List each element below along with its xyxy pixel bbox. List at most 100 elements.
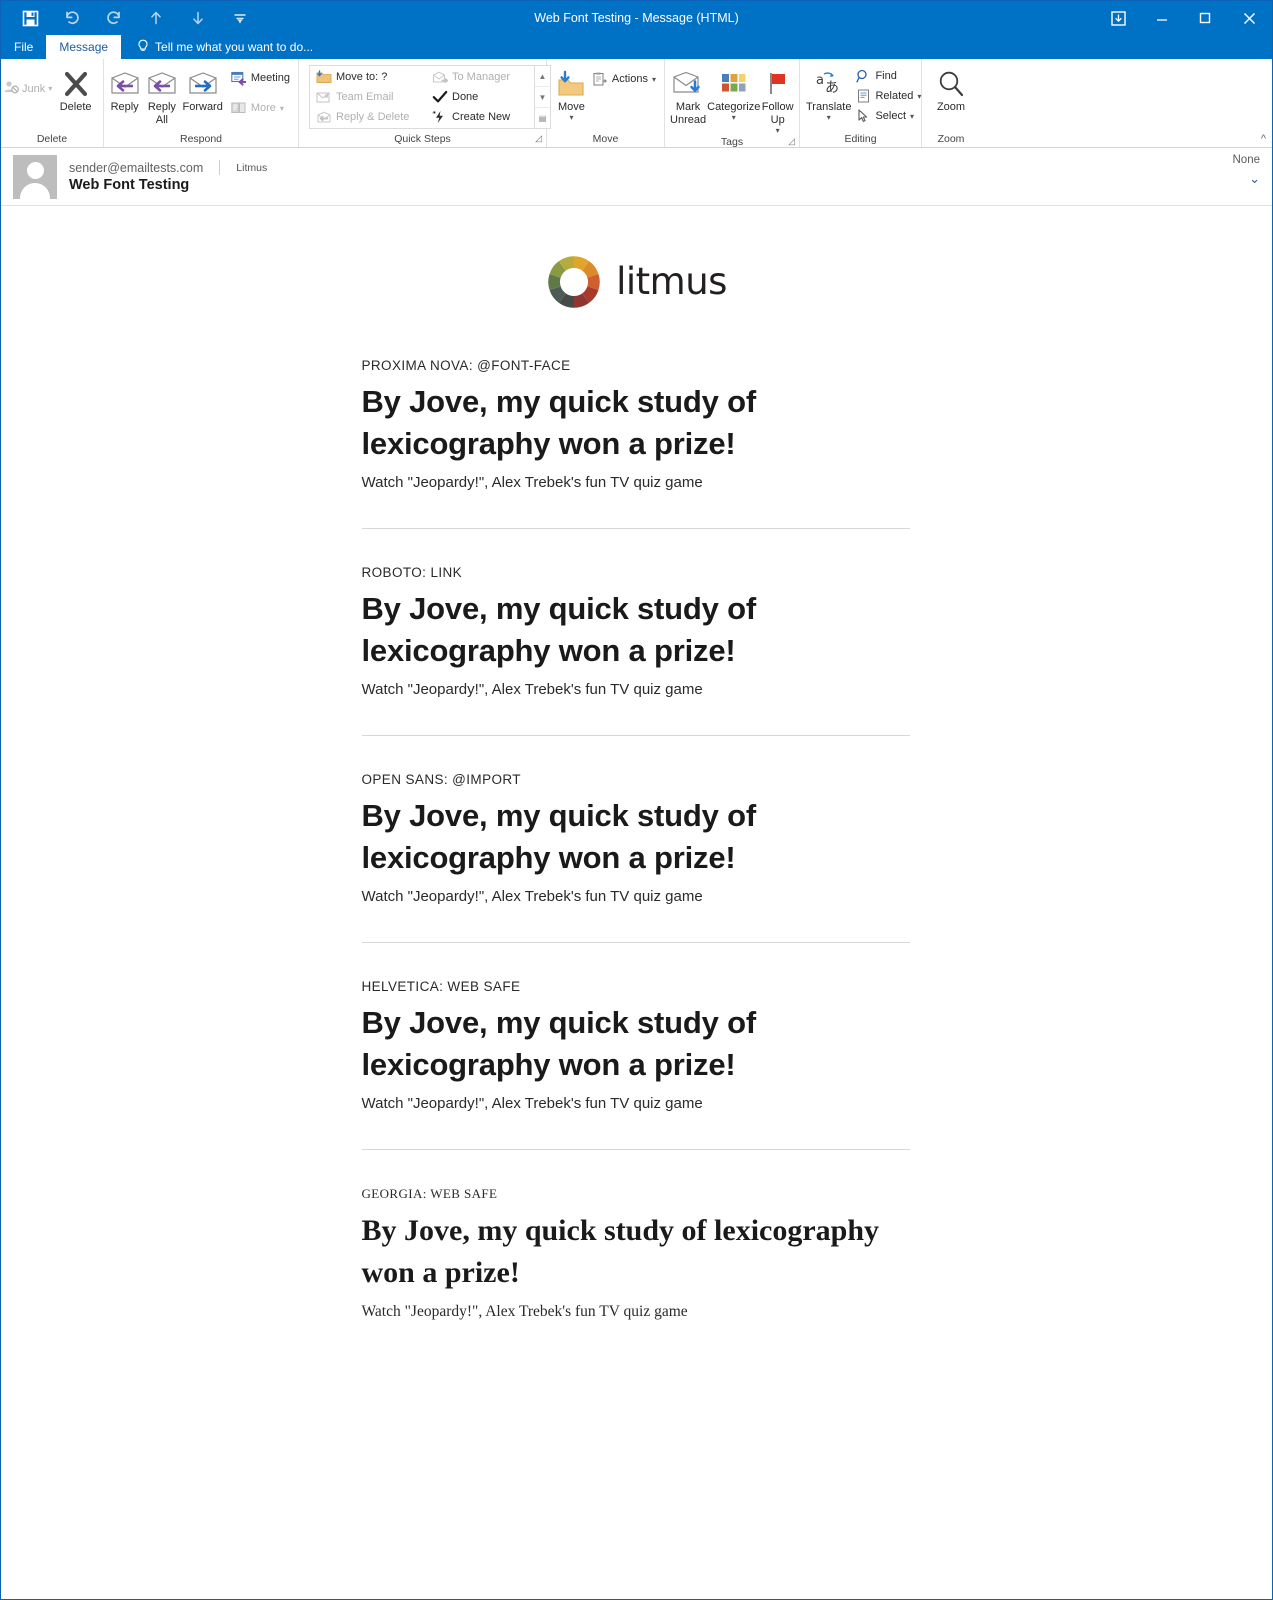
quick-step-create-new-label: Create New — [452, 111, 511, 123]
section-divider — [361, 942, 910, 943]
tab-message[interactable]: Message — [46, 35, 122, 59]
window-controls — [1097, 1, 1272, 35]
follow-up-flag-icon — [765, 67, 791, 101]
zoom-button[interactable]: Zoom — [926, 63, 976, 114]
email-content: litmus PROXIMA NOVA: @FONT-FACE By Jove,… — [361, 206, 912, 1322]
related-button[interactable]: Related ▾ — [851, 86, 925, 106]
move-button[interactable]: Move ▾ — [555, 63, 588, 122]
touch-mode-icon[interactable] — [1097, 1, 1140, 35]
undo-icon[interactable] — [51, 3, 93, 33]
select-label: Select — [875, 110, 907, 122]
quick-steps-dialog-launcher-icon[interactable]: ◿ — [535, 131, 542, 146]
quick-step-team-email[interactable]: Team Email — [312, 87, 424, 107]
customize-quick-access-toolbar-icon[interactable] — [219, 3, 261, 33]
ribbon-group-move-label: Move — [592, 133, 619, 145]
previous-item-icon[interactable] — [135, 3, 177, 33]
next-item-icon[interactable] — [177, 3, 219, 33]
quick-step-done[interactable]: Done — [428, 87, 532, 107]
quick-step-create-new[interactable]: Create New — [428, 107, 532, 127]
quick-steps-label-text: Quick Steps — [394, 133, 451, 145]
font-section-subtext: Watch "Jeopardy!", Alex Trebek's fun TV … — [361, 888, 703, 905]
team-email-icon — [316, 89, 332, 105]
font-section-subtext: Watch "Jeopardy!", Alex Trebek's fun TV … — [361, 1095, 703, 1112]
redo-icon[interactable] — [93, 3, 135, 33]
reply-icon — [109, 67, 141, 101]
delete-button[interactable]: Delete — [52, 63, 99, 114]
sender-address[interactable]: sender@emailtests.com — [69, 161, 203, 175]
related-caret-icon: ▾ — [917, 91, 922, 101]
svg-text:あ: あ — [825, 80, 839, 96]
font-section-georgia: GEORGIA: WEB SAFE By Jove, my quick stud… — [362, 1186, 912, 1322]
save-icon[interactable] — [9, 3, 51, 33]
quick-step-to-manager[interactable]: To Manager — [428, 67, 532, 87]
tags-label-text: Tags — [720, 136, 744, 148]
more-button[interactable]: More ▾ — [227, 98, 294, 118]
ribbon-group-delete: Junk ▾ Delete Delete — [1, 59, 104, 147]
ribbon-group-respond: Reply Reply All Forward Meeting More ▾ R… — [104, 59, 299, 147]
quick-steps-gallery[interactable]: Move to: ? Team Email Reply & Delete To … — [309, 65, 551, 129]
follow-up-caret-icon: ▾ — [775, 126, 780, 135]
mark-unread-label: Mark Unread — [670, 101, 707, 126]
follow-up-button[interactable]: Follow Up ▾ — [760, 63, 795, 135]
more-label: More — [250, 102, 276, 114]
font-section-heading: By Jove, my quick study of lexicography … — [361, 384, 757, 461]
mark-unread-button[interactable]: Mark Unread — [669, 63, 707, 127]
ribbon-group-zoom-label: Zoom — [937, 133, 965, 145]
quick-step-reply-delete[interactable]: Reply & Delete — [312, 107, 424, 127]
font-section-subtext: Watch "Jeopardy!", Alex Trebek's fun TV … — [361, 681, 703, 698]
tab-file[interactable]: File — [1, 35, 46, 59]
select-caret-icon: ▾ — [910, 111, 915, 121]
meeting-button[interactable]: Meeting — [227, 68, 294, 88]
delete-label: Delete — [59, 101, 92, 113]
categorize-icon — [720, 67, 748, 101]
more-icon — [231, 100, 247, 116]
actions-icon — [592, 71, 608, 87]
minimize-icon[interactable] — [1140, 1, 1183, 35]
tell-me-label: Tell me what you want to do... — [155, 40, 314, 54]
expand-header-chevron-down-icon[interactable]: ⌄ — [1249, 172, 1260, 185]
reply-button[interactable]: Reply — [106, 63, 143, 114]
ribbon-group-delete-label: Delete — [36, 133, 68, 145]
to-manager-icon — [432, 69, 448, 85]
title-bar: Web Font Testing - Message (HTML) — [1, 1, 1272, 35]
actions-button[interactable]: Actions ▾ — [588, 69, 660, 89]
font-section-heading: By Jove, my quick study of lexicography … — [361, 1005, 757, 1082]
translate-button[interactable]: aあ Translate ▾ — [806, 63, 851, 122]
quick-step-move-to[interactable]: Move to: ? — [312, 67, 424, 87]
more-caret-icon: ▾ — [279, 103, 284, 113]
header-divider — [219, 160, 221, 175]
meeting-label: Meeting — [250, 72, 290, 84]
forward-button[interactable]: Forward — [181, 63, 225, 114]
reply-all-button[interactable]: Reply All — [143, 63, 180, 127]
find-button[interactable]: Find — [851, 66, 925, 86]
actions-label: Actions — [611, 73, 648, 85]
quick-step-done-label: Done — [452, 91, 479, 103]
select-button[interactable]: Select ▾ — [851, 106, 925, 126]
reply-label: Reply — [110, 101, 139, 113]
tell-me-search[interactable]: Tell me what you want to do... — [121, 35, 313, 59]
litmus-logo: litmus — [362, 254, 912, 310]
quick-step-move-to-label: Move to: ? — [336, 71, 388, 83]
reply-all-icon — [146, 67, 178, 101]
avatar-body — [20, 182, 50, 199]
reply-and-delete-icon — [316, 109, 332, 125]
ribbon-group-respond-label: Respond — [179, 133, 223, 145]
follow-up-label: Follow Up — [761, 101, 794, 126]
maximize-icon[interactable] — [1183, 1, 1226, 35]
translate-icon: aあ — [813, 67, 845, 101]
ribbon-group-tags: Mark Unread Categorize ▾ Follow Up ▾ Tag… — [665, 59, 800, 149]
font-section-helvetica: HELVETICA: WEB SAFE By Jove, my quick st… — [362, 979, 912, 1114]
message-participants: sender@emailtests.com Litmus — [69, 160, 267, 175]
font-section-label: OPEN SANS: @IMPORT — [361, 772, 521, 787]
tags-dialog-launcher-icon[interactable]: ◿ — [788, 134, 795, 149]
related-icon — [855, 88, 871, 104]
close-icon[interactable] — [1226, 1, 1272, 35]
outlook-message-window: Web Font Testing - Message (HTML) File M… — [0, 0, 1273, 1600]
ribbon-group-move: Move ▾ Actions ▾ Move — [547, 59, 665, 147]
categorize-button[interactable]: Categorize ▾ — [707, 63, 760, 122]
recipient-name[interactable]: Litmus — [236, 162, 267, 174]
message-header-text: sender@emailtests.com Litmus Web Font Te… — [69, 160, 267, 193]
collapse-ribbon-button[interactable]: ^ — [1261, 134, 1266, 145]
junk-button[interactable]: Junk ▾ — [3, 63, 52, 99]
junk-label: Junk — [22, 82, 46, 95]
